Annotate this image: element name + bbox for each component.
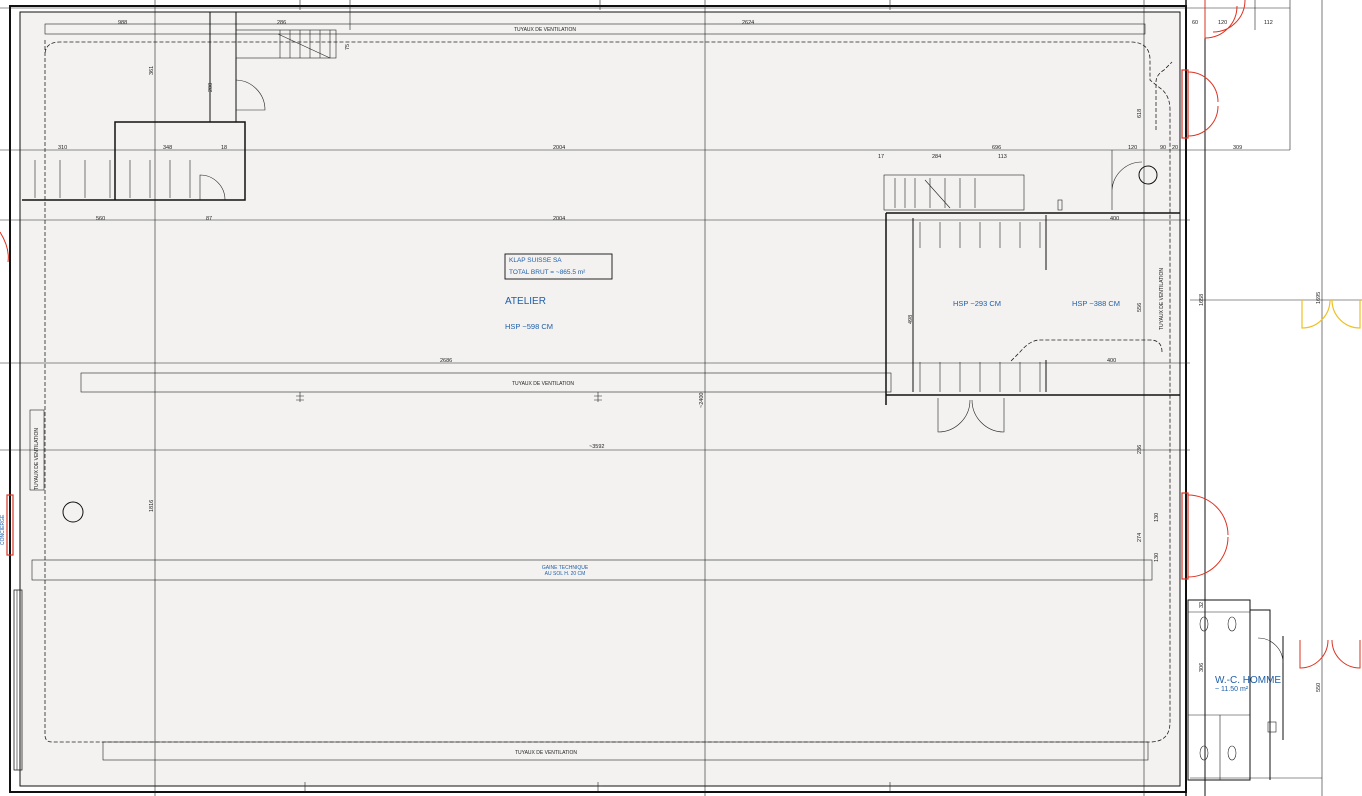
dim-label: 87 xyxy=(206,216,212,222)
dim-label: 284 xyxy=(932,154,941,160)
gaine-label-2: AU SOL H. 20 CM xyxy=(545,571,586,577)
dim-label: 348 xyxy=(163,145,172,151)
dim-label: 130 xyxy=(1154,553,1160,562)
dim-label: 309 xyxy=(1233,145,1242,151)
toilet-icon xyxy=(1199,745,1209,761)
door-swing-right-yellow xyxy=(1301,299,1361,329)
mezzanine-hsp-left: HSP ~293 CM xyxy=(953,299,1001,308)
dim-label: 112 xyxy=(1264,20,1273,26)
wc-name: W.-C. HOMME xyxy=(1215,675,1281,686)
duct-top-label: TUYAUX DE VENTILATION xyxy=(514,27,576,33)
dim-label: 274 xyxy=(1137,533,1143,542)
dim-label: 236 xyxy=(1137,445,1143,454)
dim-label: 400 xyxy=(1110,216,1119,222)
duct-right-vertical-label: TUYAUX DE VENTILATION xyxy=(1159,268,1165,330)
dim-label: 120 xyxy=(1218,20,1227,26)
toilet-icon xyxy=(1227,616,1237,632)
dim-label: 400 xyxy=(1107,358,1116,364)
sink-icon xyxy=(1267,721,1277,733)
dim-label: 200 xyxy=(208,83,214,92)
duct-left-vertical-label: TUYAUX DE VENTILATION xyxy=(34,428,40,490)
door-swing-right-corner xyxy=(1204,0,1246,39)
mezzanine-hsp-right: HSP ~388 CM xyxy=(1072,299,1120,308)
dim-label: 286 xyxy=(277,20,286,26)
dim-label: 988 xyxy=(118,20,127,26)
atelier-height: HSP ~598 CM xyxy=(505,322,553,331)
dim-label: 2624 xyxy=(742,20,754,26)
dim-label: 310 xyxy=(58,145,67,151)
dim-label: 20 xyxy=(1172,145,1178,151)
duct-middle-label: TUYAUX DE VENTILATION xyxy=(512,381,574,387)
door-swing-right-top xyxy=(1187,71,1219,137)
duct-bottom-label: TUYAUX DE VENTILATION xyxy=(515,750,577,756)
dim-label: 306 xyxy=(1199,663,1205,672)
toilet-icon xyxy=(1199,616,1209,632)
toilet-icon xyxy=(1227,745,1237,761)
company-total-area: TOTAL BRUT = ~865.5 m² xyxy=(509,269,586,276)
dim-label: 550 xyxy=(1316,683,1322,692)
dim-label: ~2400 xyxy=(699,393,705,408)
dim-label: 17 xyxy=(878,154,884,160)
dim-label: 1658 xyxy=(1199,294,1205,306)
door-swing-wc xyxy=(1299,639,1361,669)
dim-label: 361 xyxy=(149,66,155,75)
dim-label: 556 xyxy=(1137,303,1143,312)
dim-label: 120 xyxy=(1128,145,1137,151)
company-name: KLAP SUISSE SA xyxy=(509,257,562,264)
dim-label: 2004 xyxy=(553,145,565,151)
left-edge-label: CONCIERGE xyxy=(0,514,6,545)
door-swing-right-middle xyxy=(1187,494,1229,578)
dim-label: 75 xyxy=(345,44,351,50)
wc-area: ~ 11.50 m² xyxy=(1215,686,1249,693)
dim-label: 113 xyxy=(998,154,1007,160)
dim-label: 32 xyxy=(1199,602,1205,608)
door-swing-left xyxy=(0,231,9,263)
dim-label: 90 xyxy=(1160,145,1166,151)
dim-label: 130 xyxy=(1154,513,1160,522)
dim-label: 60 xyxy=(1192,20,1198,26)
wc-walls xyxy=(1250,609,1284,780)
dim-label: ~3592 xyxy=(589,444,604,450)
atelier-floor xyxy=(19,11,1181,787)
wc-partitions xyxy=(1188,611,1250,780)
dim-label: 1816 xyxy=(149,500,155,512)
dim-label: 696 xyxy=(992,145,1001,151)
floor-plan: TUYAUX DE VENTILATION TUYAUX DE VENTILAT… xyxy=(0,0,1362,796)
atelier-label: ATELIER xyxy=(505,296,546,307)
dim-label: 2004 xyxy=(553,216,565,222)
dim-label: 618 xyxy=(1137,109,1143,118)
dim-label: 560 xyxy=(96,216,105,222)
dim-label: 2686 xyxy=(440,358,452,364)
dim-label: 1695 xyxy=(1316,292,1322,304)
dim-label: 498 xyxy=(908,315,914,324)
dim-label: 18 xyxy=(221,145,227,151)
